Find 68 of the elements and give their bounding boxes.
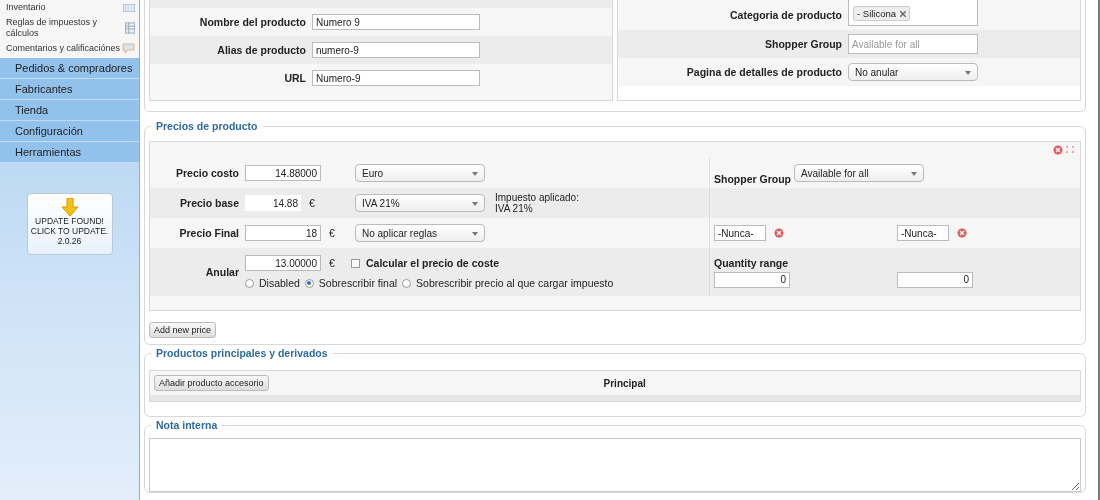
field-label: Quantity range <box>714 256 789 269</box>
section-legend: Precios de producto <box>151 120 263 132</box>
date-field[interactable]: -Nunca- <box>897 225 949 241</box>
field-label: Nombre del producto <box>198 16 307 28</box>
close-icon[interactable] <box>900 10 907 17</box>
euro-sign: € <box>328 227 336 239</box>
field-label: Pagina de detalles de producto <box>685 66 843 78</box>
remove-icon[interactable] <box>957 228 967 238</box>
field-label: URL <box>283 72 307 84</box>
sidebar-item[interactable]: Comentarios y calificaciónes <box>0 41 139 56</box>
text-field[interactable]: Numero-9 <box>312 70 480 86</box>
field-label: Precio base <box>179 197 240 209</box>
base-price-field[interactable]: 14.88 <box>245 195 301 211</box>
shopper-group-dropdown[interactable]: Available for all <box>794 164 924 182</box>
radio-button[interactable] <box>245 278 254 288</box>
menu-item[interactable]: Herramientas <box>0 142 139 163</box>
chat-icon <box>122 43 135 54</box>
currency-dropdown[interactable]: Euro <box>355 164 485 182</box>
text-field[interactable]: numero-9 <box>312 42 480 58</box>
override-price-field[interactable]: 13.00000 <box>245 255 321 271</box>
menu-item[interactable]: Pedidos & compradores <box>0 58 139 79</box>
field-label: Categoria de producto <box>729 9 843 21</box>
quantity-field[interactable]: 0 <box>897 271 973 288</box>
field-label: Alias de producto <box>216 44 307 56</box>
category-tag[interactable]: - Silicona <box>853 6 911 21</box>
remove-icon[interactable] <box>1053 145 1063 155</box>
field-label: Shopper Group <box>714 173 792 185</box>
update-button[interactable]: UPDATE FOUND! CLICK TO UPDATE. 2.0.26 <box>26 193 113 255</box>
radio-label: Disabled <box>259 277 300 289</box>
field-label: Precio costo <box>174 167 240 179</box>
sidebar-item[interactable]: Reglas de impuestos y cálculos <box>0 15 139 41</box>
checkbox[interactable] <box>351 258 360 268</box>
rule-dropdown[interactable]: No aplicar reglas <box>355 224 485 242</box>
section-legend: Nota interna <box>151 419 223 431</box>
menu-item[interactable]: Fabricantes <box>0 79 139 100</box>
text-field[interactable]: Numero 9 <box>312 14 480 30</box>
add-accessory-button[interactable]: Añadir producto accesorio <box>154 375 269 391</box>
radio-label: Sobrescribir final <box>318 277 398 289</box>
remove-icon[interactable] <box>774 228 784 238</box>
section-legend: Productos principales y derivados <box>151 347 333 359</box>
tax-note: Impuesto aplicado: <box>495 192 579 203</box>
field-label: Shopper Group <box>764 38 843 50</box>
date-field[interactable]: -Nunca- <box>714 225 766 241</box>
euro-sign: € <box>308 197 316 209</box>
field-label: Precio Final <box>178 227 240 239</box>
arrow-down-icon <box>61 198 78 216</box>
quantity-field[interactable]: 0 <box>714 271 790 288</box>
category-field[interactable]: - Silicona <box>848 0 978 26</box>
field-label: Anular <box>204 266 240 278</box>
radio-label: Sobrescribir precio al que cargar impuesto <box>416 277 614 289</box>
sidebar-item[interactable]: Inventario <box>0 0 139 15</box>
add-price-button[interactable]: Add new price <box>149 322 217 338</box>
shopper-group-field[interactable]: Available for all <box>848 34 978 54</box>
drag-handle-icon[interactable] <box>1066 146 1074 154</box>
final-price-field[interactable]: 18 <box>245 225 321 241</box>
checkbox-label: Calcular el precio de coste <box>365 257 500 269</box>
radio-button[interactable] <box>402 278 412 288</box>
table-icon <box>124 22 135 34</box>
menu-item[interactable]: Tienda <box>0 100 139 121</box>
column-header: Principal <box>603 378 646 389</box>
list-icon <box>123 3 135 12</box>
tax-note: IVA 21% <box>495 203 533 214</box>
tax-dropdown[interactable]: IVA 21% <box>355 194 485 212</box>
cost-price-field[interactable]: 14.88000 <box>245 165 321 181</box>
radio-button[interactable] <box>304 278 314 288</box>
menu-item[interactable]: Configuración <box>0 121 139 142</box>
euro-sign: € <box>328 257 336 269</box>
detail-page-dropdown[interactable]: No anular <box>848 63 978 81</box>
